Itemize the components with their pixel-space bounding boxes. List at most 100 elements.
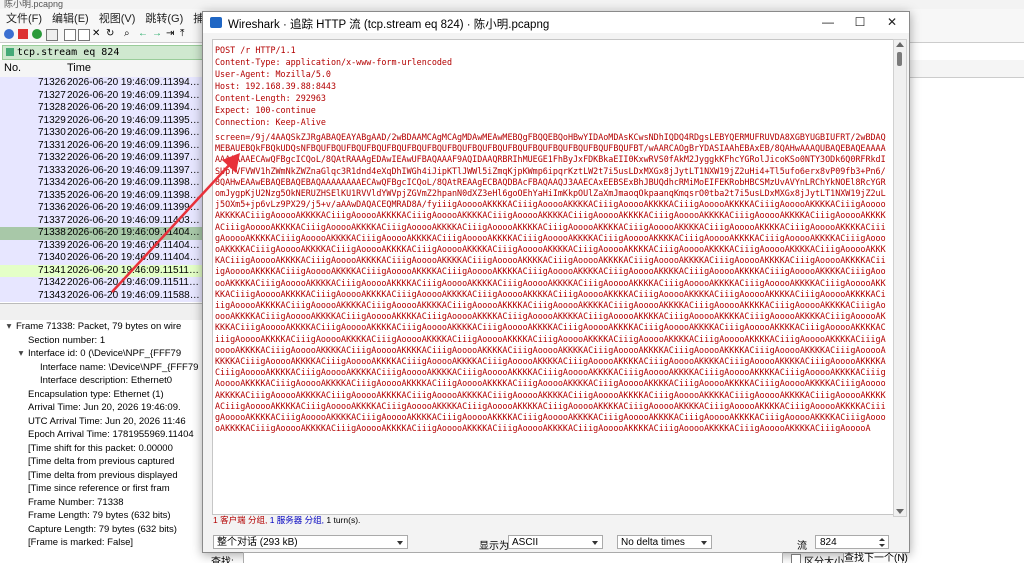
stop-capture-icon[interactable] [18,29,28,39]
find-packet-icon[interactable]: ⌕ [124,29,134,39]
packet-row[interactable]: 71336 2026-06-20 19:46:09.11399… [0,202,205,215]
dialog-title-bar: Wireshark · 追踪 HTTP 流 (tcp.stream eq 824… [203,12,909,33]
stream-number-spinbox[interactable]: 824 [815,535,889,549]
case-sensitive-checkbox[interactable] [791,554,801,563]
detail-tree-item[interactable]: [Time delta from previous captured [0,455,205,469]
detail-tree-item[interactable]: Frame Length: 79 bytes (632 bits) [0,509,205,523]
detail-tree-text: Epoch Arrival Time: 1781955969.11404 [28,429,194,440]
packet-number: 71332 [38,152,66,163]
spin-down-icon[interactable] [879,544,885,547]
packet-time: 2026-06-20 19:46:09.11588… [67,289,200,301]
detail-tree-item[interactable]: Section number: 1 [0,334,205,348]
expand-arrow-icon[interactable]: ▾ [2,320,16,334]
packet-row[interactable]: 71340 2026-06-20 19:46:09.11404… [0,252,205,265]
menu-file[interactable]: 文件(F) [6,10,42,26]
menu-view[interactable]: 视图(V) [99,10,136,26]
go-forward-icon[interactable]: → [152,29,162,39]
restart-capture-icon[interactable] [32,29,42,39]
column-header-no[interactable]: No. [4,60,21,77]
packet-row[interactable]: 71339 2026-06-20 19:46:09.11404… [0,239,205,252]
packet-time: 2026-06-20 19:46:09.11404… [67,227,200,238]
scroll-up-arrow-icon[interactable] [896,42,904,47]
detail-tree-item[interactable]: Frame Number: 71338 [0,496,205,510]
maximize-icon[interactable]: ☐ [845,14,875,31]
detail-tree-item[interactable]: ▾ Interface id: 0 (\Device\NPF_{FFF79 [0,347,205,361]
packet-row[interactable]: 71332 2026-06-20 19:46:09.11397… [0,152,205,165]
packet-row[interactable]: 71326 2026-06-20 19:46:09.11394… [0,77,205,90]
options-gear-icon[interactable] [46,29,58,41]
close-file-icon[interactable]: ✕ [92,29,102,39]
detail-tree-item[interactable]: Interface description: Ethernet0 [0,374,205,388]
packet-row[interactable]: 71328 2026-06-20 19:46:09.11394… [0,102,205,115]
close-icon[interactable]: ✕ [877,14,907,31]
spin-up-icon[interactable] [879,538,885,541]
packet-row[interactable]: 71342 2026-06-20 19:46:09.11511… [0,277,205,290]
start-capture-icon[interactable] [4,29,14,39]
detail-tree-text: Capture Length: 79 bytes (632 bits) [28,523,177,535]
main-window-title-bar: 陈小明.pcapng [0,0,1024,9]
pane-splitter[interactable] [0,303,205,320]
packet-time: 2026-06-20 19:46:09.11394… [67,89,200,101]
go-back-icon[interactable]: ← [138,29,148,39]
save-file-icon[interactable] [78,29,90,41]
packet-row[interactable]: 71333 2026-06-20 19:46:09.11397… [0,164,205,177]
delta-times-select[interactable]: No delta times [617,535,712,549]
detail-tree-item[interactable]: [Time since reference or first fram [0,482,205,496]
packet-number: 71331 [38,139,66,151]
reload-icon[interactable]: ↻ [106,29,116,39]
display-filter-input[interactable]: tcp.stream eq 824 [2,45,204,60]
packet-row[interactable]: 71327 2026-06-20 19:46:09.11394… [0,89,205,102]
packet-row[interactable]: 71337 2026-06-20 19:46:09.11403… [0,214,205,227]
packet-row[interactable]: 71334 2026-06-20 19:46:09.11398… [0,177,205,190]
minimize-icon[interactable]: — [813,14,843,31]
menu-edit[interactable]: 编辑(E) [52,10,89,26]
packet-time: 2026-06-20 19:46:09.11403… [67,214,200,226]
conversation-select[interactable]: 整个对话 (293 kB) [213,535,408,549]
request-header-line: Content-Length: 292963 [215,93,326,103]
find-row: 查找: 区分大小写 查找下一个(N) [203,552,909,563]
detail-tree-text: Frame Length: 79 bytes (632 bits) [28,510,171,521]
find-input[interactable] [243,552,783,563]
packet-time: 2026-06-20 19:46:09.11397… [67,152,200,163]
detail-tree-item[interactable]: UTC Arrival Time: Jun 20, 2026 11:46 [0,415,205,429]
packet-number: 71326 [38,77,66,88]
expand-arrow-icon[interactable]: ▾ [14,347,28,361]
packet-time: 2026-06-20 19:46:09.11394… [67,102,200,113]
detail-tree-item[interactable]: [Time shift for this packet: 0.00000 [0,442,205,456]
packet-number: 71333 [38,164,66,176]
detail-tree-item[interactable]: [Frame is marked: False] [0,536,205,550]
scroll-down-arrow-icon[interactable] [896,509,904,514]
packet-row[interactable]: 71341 2026-06-20 19:46:09.11511… [0,264,205,277]
packet-row[interactable]: 71338 2026-06-20 19:46:09.11404… [0,227,205,240]
server-packet-count: 1 服务器 分组, [269,515,325,525]
stream-stats: 1 客户端 分组, 1 服务器 分组, 1 turn(s). [213,514,360,526]
open-file-icon[interactable] [64,29,76,41]
bookmark-filter-icon[interactable] [6,48,14,56]
find-next-button[interactable]: 查找下一个(N) [843,552,908,563]
go-to-packet-icon[interactable]: ⇥ [166,29,176,39]
wireshark-fin-icon [210,17,222,28]
stream-content-pane[interactable]: POST /r HTTP/1.1 Content-Type: applicatio… [212,39,895,515]
packet-number: 71337 [38,214,66,226]
menu-go[interactable]: 跳转(G) [145,10,183,26]
scrollbar-thumb[interactable] [897,52,902,66]
packet-row[interactable]: 71331 2026-06-20 19:46:09.11396… [0,139,205,152]
packet-row[interactable]: 71343 2026-06-20 19:46:09.11588… [0,289,205,302]
display-as-select[interactable]: ASCII [508,535,603,549]
find-label: 查找: [211,557,234,563]
detail-tree-item[interactable]: Encapsulation type: Ethernet (1) [0,388,205,402]
column-header-time[interactable]: Time [67,60,91,77]
packet-row[interactable]: 71329 2026-06-20 19:46:09.11395… [0,114,205,127]
detail-tree-item[interactable]: ▾ Frame 71338: Packet, 79 bytes on wire [0,320,205,334]
detail-tree-item[interactable]: [Time delta from previous displayed [0,469,205,483]
detail-tree-text: Section number: 1 [28,334,106,346]
detail-tree-item[interactable]: Capture Length: 79 bytes (632 bits) [0,523,205,537]
first-packet-icon[interactable]: ⤒ [180,29,190,39]
detail-tree-item[interactable]: Epoch Arrival Time: 1781955969.11404 [0,428,205,442]
detail-tree-item[interactable]: Arrival Time: Jun 20, 2026 19:46:09. [0,401,205,415]
follow-stream-dialog: Wireshark · 追踪 HTTP 流 (tcp.stream eq 824… [202,11,910,563]
content-vertical-scrollbar[interactable] [893,39,907,517]
packet-row[interactable]: 71330 2026-06-20 19:46:09.11396… [0,127,205,140]
packet-row[interactable]: 71335 2026-06-20 19:46:09.11398… [0,189,205,202]
detail-tree-item[interactable]: Interface name: \Device\NPF_{FFF79 [0,361,205,375]
